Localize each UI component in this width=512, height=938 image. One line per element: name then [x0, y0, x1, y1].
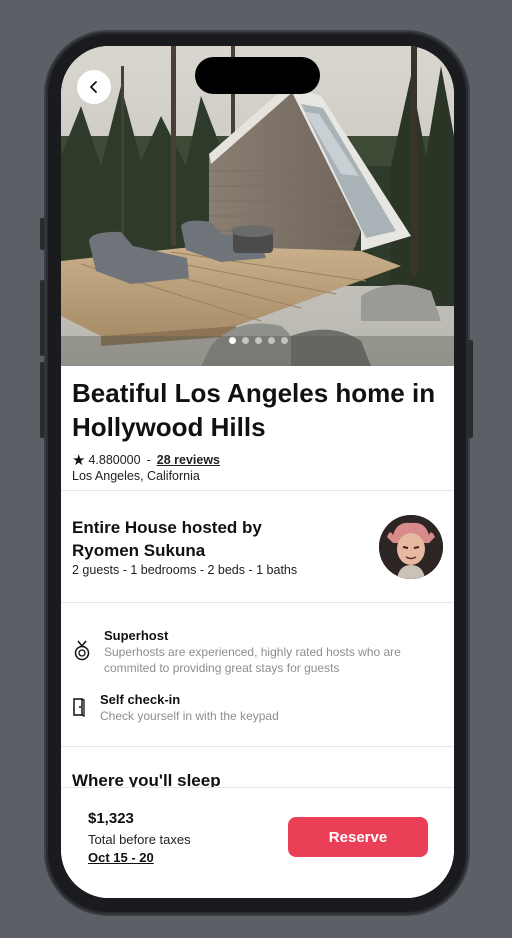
volume-up-button	[40, 280, 45, 356]
page-dot[interactable]	[268, 337, 275, 344]
rating-separator: -	[146, 453, 151, 467]
feature-title-superhost: Superhost	[104, 628, 169, 643]
medal-icon	[70, 639, 94, 663]
reviews-link[interactable]: 28 reviews	[157, 453, 220, 467]
listing-title: Beatiful Los Angeles home in Hollywood H…	[72, 378, 436, 442]
feature-desc-self-check-in: Check yourself in with the keypad	[100, 709, 279, 723]
chevron-left-icon	[87, 80, 101, 94]
host-avatar[interactable]	[379, 515, 443, 579]
host-title: Entire House hosted by Ryomen Sukuna	[72, 518, 262, 560]
screen: Beatiful Los Angeles home in Hollywood H…	[61, 46, 454, 898]
divider	[61, 602, 454, 603]
reserve-button[interactable]: Reserve	[288, 817, 428, 857]
carousel-page-indicator	[229, 337, 288, 344]
page-dot[interactable]	[255, 337, 262, 344]
divider	[61, 490, 454, 491]
price-note: Total before taxes	[88, 832, 191, 847]
page-dot[interactable]	[281, 337, 288, 344]
dates-link[interactable]: Oct 15 - 20	[88, 850, 154, 865]
cabin-photo	[61, 46, 454, 366]
rating-value: 4.880000	[88, 453, 141, 467]
listing-rating-row: ★ 4.880000 - 28 reviews	[72, 451, 220, 469]
page-dot[interactable]	[242, 337, 249, 344]
reservation-footer: $1,323 Total before taxes Oct 15 - 20 Re…	[61, 787, 454, 898]
listing-location: Los Angeles, California	[72, 469, 200, 483]
page-dot[interactable]	[229, 337, 236, 344]
feature-desc-superhost: Superhosts are experienced, highly rated…	[104, 645, 401, 675]
price: $1,323	[88, 810, 134, 827]
volume-down-button	[40, 362, 45, 438]
host-stats: 2 guests - 1 bedrooms - 2 beds - 1 baths	[72, 563, 298, 577]
star-icon: ★	[72, 452, 86, 469]
door-icon	[67, 695, 91, 719]
power-button	[468, 340, 473, 438]
feature-title-self-check-in: Self check-in	[100, 692, 181, 707]
listing-photo-carousel[interactable]	[61, 46, 454, 366]
divider	[61, 746, 454, 747]
action-button	[40, 218, 45, 250]
dynamic-island	[195, 57, 320, 94]
back-button[interactable]	[77, 70, 111, 104]
